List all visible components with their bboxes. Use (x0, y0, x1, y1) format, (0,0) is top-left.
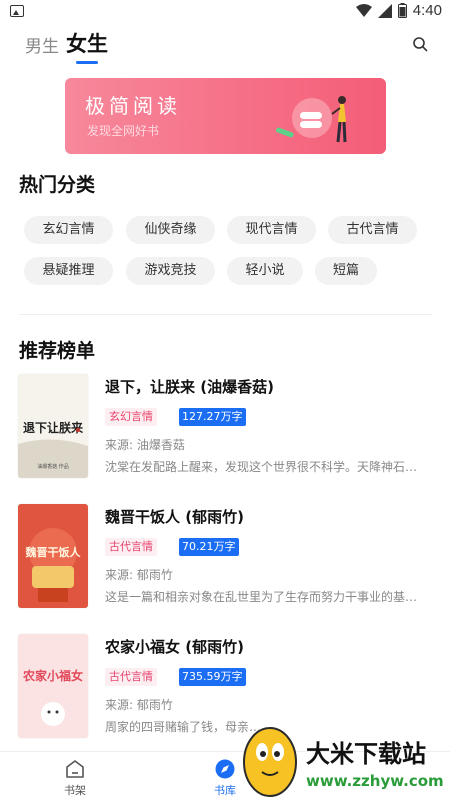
watermark-logo: 大米下载站 www.zzhyw.com (243, 727, 444, 797)
book-description: 沈棠在发配路上醒来，发现这个世界很不科学。天降神石… (105, 460, 418, 474)
watermark-url: www.zzhyw.com (306, 772, 444, 790)
book-category-tag: 玄幻言情 (105, 408, 157, 426)
status-bar: 4:40 (0, 0, 450, 24)
tab-female[interactable]: 女生 (66, 28, 108, 58)
book-category-tag: 古代言情 (105, 538, 157, 556)
banner-title: 极简阅读 (85, 94, 181, 118)
cover-author: 油爆香菇 作品 (37, 463, 69, 470)
book-source: 来源: 油爆香菇 (105, 438, 185, 452)
book-title: 退下，让朕来 (油爆香菇) (105, 378, 274, 396)
book-title: 农家小福女 (郁雨竹) (105, 638, 244, 656)
promo-banner[interactable]: 极简阅读 发现全网好书 (65, 78, 386, 154)
tab-male[interactable]: 男生 (25, 32, 59, 57)
cover-art: 魏晋干饭人 (18, 504, 88, 608)
book-item[interactable]: 退下让朕来 油爆香菇 作品 退下，让朕来 (油爆香菇) 玄幻言情 127.27万… (18, 374, 433, 478)
ranking-title: 推荐榜单 (19, 340, 96, 362)
wifi-icon (355, 3, 372, 17)
compass-icon (215, 759, 235, 779)
category-chip[interactable]: 悬疑推理 (24, 257, 113, 285)
watermark-name: 大米下载站 (306, 740, 426, 768)
reading-person-illustration (276, 96, 347, 143)
cover-title: 退下让朕来 (23, 420, 84, 435)
site-watermark: 大米下载站 www.zzhyw.com (240, 720, 450, 800)
signal-icon (377, 3, 392, 18)
book-word-count: 70.21万字 (179, 538, 239, 556)
book-category-tag: 古代言情 (105, 668, 157, 686)
book-cover: 魏晋干饭人 (18, 504, 88, 608)
banner-subtitle: 发现全网好书 (87, 124, 160, 138)
book-item[interactable]: 魏晋干饭人 魏晋干饭人 (郁雨竹) 古代言情 70.21万字 来源: 郁雨竹 这… (18, 504, 433, 608)
nav-bookshelf[interactable]: 书架 (50, 758, 100, 798)
cover-title: 魏晋干饭人 (25, 545, 82, 559)
category-chip[interactable]: 玄幻言情 (24, 216, 113, 244)
category-chip[interactable]: 轻小说 (227, 257, 303, 285)
category-chip[interactable]: 短篇 (315, 257, 377, 285)
battery-icon (397, 3, 407, 18)
nav-bookshelf-label: 书架 (64, 784, 86, 797)
book-title: 魏晋干饭人 (郁雨竹) (105, 508, 244, 526)
top-nav: 男生 女生 (0, 26, 450, 66)
book-word-count: 127.27万字 (179, 408, 246, 426)
book-word-count: 735.59万字 (179, 668, 246, 686)
book-source: 来源: 郁雨竹 (105, 568, 173, 582)
cover-title: 农家小福女 (22, 668, 83, 683)
tab-active-indicator (76, 61, 98, 64)
divider (19, 314, 432, 315)
book-source: 来源: 郁雨竹 (105, 698, 173, 712)
book-cover: 退下让朕来 油爆香菇 作品 (18, 374, 88, 478)
hot-categories-title: 热门分类 (19, 174, 96, 196)
cover-art: 农家小福女 (18, 634, 88, 738)
home-icon (66, 760, 84, 778)
book-description: 这是一篇和相亲对象在乱世里为了生存而努力干事业的基… (105, 590, 418, 604)
cover-art: 退下让朕来 油爆香菇 作品 (18, 374, 88, 478)
gallery-notification-icon (10, 5, 24, 17)
nav-bookstore-label: 书库 (214, 784, 236, 797)
category-chip[interactable]: 古代言情 (328, 216, 417, 244)
search-icon[interactable] (412, 36, 428, 52)
clock: 4:40 (412, 2, 442, 19)
category-chip[interactable]: 游戏竞技 (126, 257, 215, 285)
category-chip[interactable]: 现代言情 (227, 216, 316, 244)
book-cover: 农家小福女 (18, 634, 88, 738)
category-chip[interactable]: 仙侠奇缘 (126, 216, 215, 244)
